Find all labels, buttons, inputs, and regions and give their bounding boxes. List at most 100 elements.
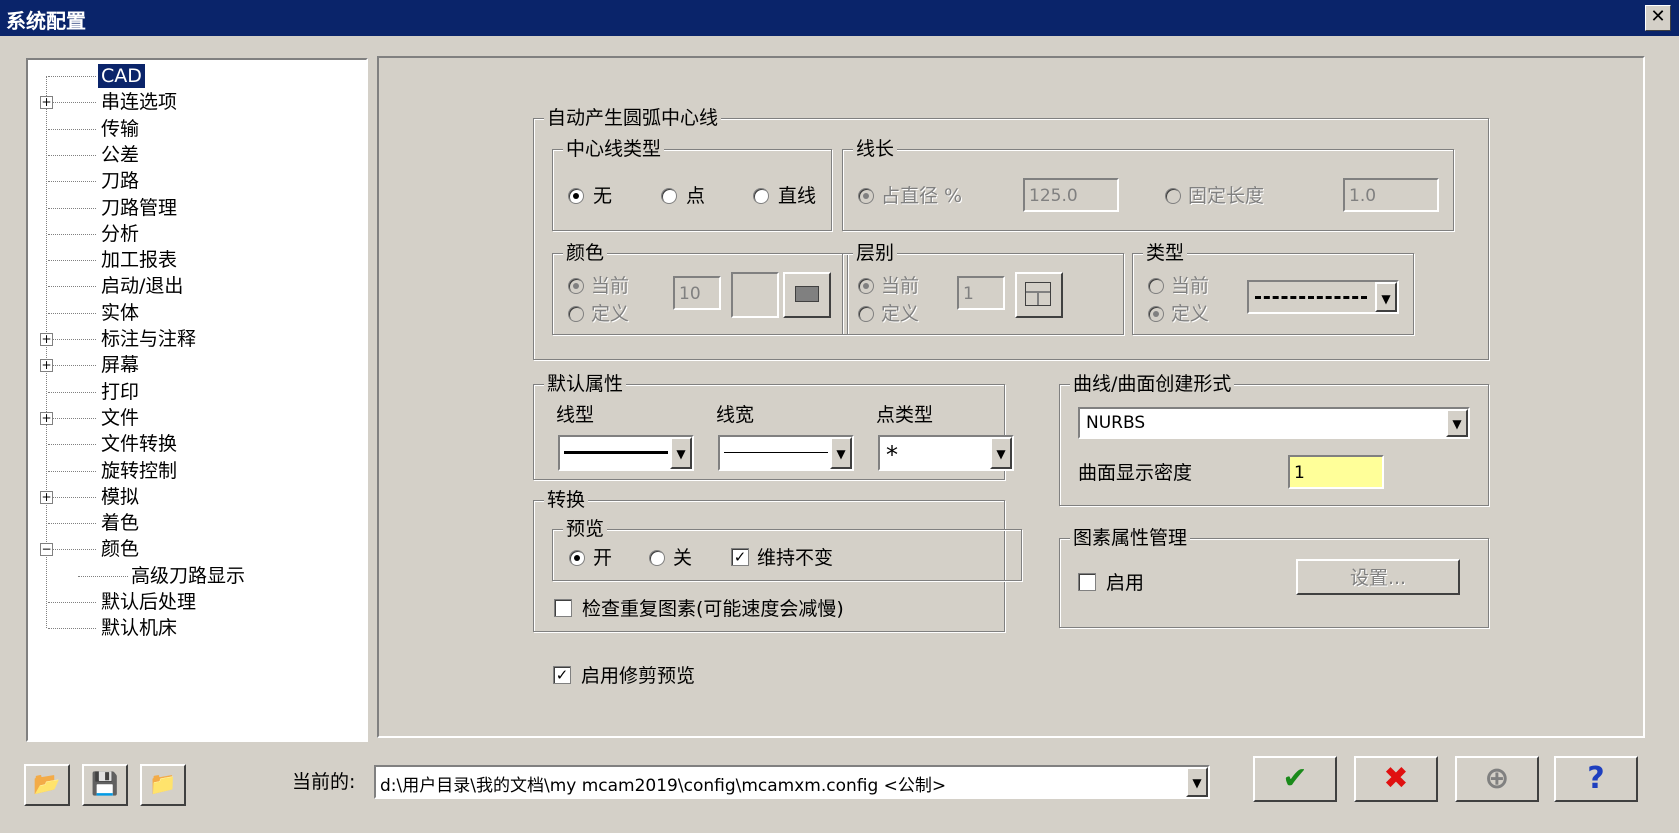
pointtype-label: 点类型 — [876, 404, 934, 426]
chevron-down-icon[interactable]: ▼ — [1446, 409, 1468, 437]
entity-attr-settings-button[interactable]: 设置... — [1296, 559, 1460, 595]
question-icon: ? — [1587, 761, 1605, 796]
tree-connector — [48, 444, 96, 446]
radio-type-current[interactable] — [1148, 278, 1164, 294]
radio-level-define[interactable] — [858, 306, 874, 322]
cancel-button[interactable]: ✖ — [1354, 756, 1438, 802]
trim-preview-checkbox[interactable]: ✓ — [553, 666, 571, 684]
chevron-down-icon[interactable]: ▼ — [990, 437, 1012, 469]
type-define-label: 定义 — [1171, 303, 1210, 325]
color-legend: 颜色 — [563, 242, 608, 264]
current-config-path: d:\用户目录\我的文档\my mcam2019\config\mcamxm.c… — [380, 776, 947, 796]
expand-icon[interactable]: + — [40, 490, 53, 504]
folder-merge-icon: 📁 — [149, 772, 177, 797]
curve-surface-legend: 曲线/曲面创建形式 — [1070, 373, 1235, 395]
centerline-linetype-select[interactable]: ▼ — [1247, 280, 1399, 314]
radio-line[interactable] — [753, 188, 769, 204]
arc-centerline-legend: 自动产生圆弧中心线 — [544, 107, 722, 129]
window-title: 系统配置 — [6, 9, 86, 33]
chevron-down-icon[interactable]: ▼ — [830, 437, 852, 469]
radio-pct-diameter[interactable] — [858, 188, 874, 204]
radio-fixed-length[interactable] — [1165, 188, 1181, 204]
expand-icon[interactable]: + — [40, 359, 53, 373]
linetype-legend: 类型 — [1143, 242, 1188, 264]
collapse-icon[interactable]: − — [40, 543, 53, 557]
close-button[interactable]: ✕ — [1645, 5, 1671, 31]
level-legend: 层别 — [853, 242, 898, 264]
preview-on-label: 开 — [593, 547, 613, 569]
pct-diameter-input[interactable]: 125.0 — [1023, 178, 1119, 212]
expand-icon[interactable]: + — [40, 333, 53, 346]
preview-off-label: 关 — [673, 547, 693, 569]
pct-diameter-label: 占直径 % — [881, 185, 963, 207]
radio-color-current[interactable] — [568, 278, 584, 294]
title-bar: 系统配置 ✕ — [0, 0, 1679, 36]
tree-item-label: 着色 — [101, 512, 140, 535]
radio-none[interactable] — [568, 188, 584, 204]
linetype-label: 线型 — [556, 404, 595, 426]
tree-connector — [48, 339, 96, 340]
radio-color-define[interactable] — [568, 306, 584, 322]
apply-button[interactable]: ⊕ — [1455, 756, 1539, 802]
level-pick-button[interactable] — [1015, 272, 1063, 318]
tree-connector — [48, 76, 96, 77]
surface-form-select[interactable]: NURBS ▼ — [1078, 407, 1470, 439]
default-pointtype-select[interactable]: * ▼ — [878, 435, 1014, 471]
check-duplicates-checkbox[interactable] — [554, 599, 572, 617]
solid-thick-line-sample — [564, 451, 668, 454]
ok-button[interactable]: ✔ — [1253, 756, 1337, 802]
convert-group: 转换 预览 开 关 ✓ 维持不变 检查重复图素(可能速度会减慢) — [533, 489, 1022, 632]
config-tree[interactable]: CAD + 串连选项 传输 公差 刀路 刀路管理 分析 加工报表 启动/退出 实体 + 标注与注释 + 屏幕… — [26, 58, 368, 742]
tree-connector — [48, 102, 96, 104]
level-number-input[interactable]: 1 — [957, 276, 1005, 310]
merge-config-button[interactable]: 📁 — [140, 764, 186, 806]
tree-item-label: 公差 — [101, 143, 140, 166]
radio-point[interactable] — [661, 188, 677, 204]
tree-item-label: 高级刀路显示 — [131, 564, 246, 587]
tree-item-label: 刀路管理 — [101, 196, 178, 219]
radio-none-label: 无 — [593, 185, 613, 207]
entity-attr-enable-checkbox[interactable] — [1078, 573, 1096, 591]
expand-icon[interactable]: + — [40, 411, 53, 425]
help-button[interactable]: ? — [1554, 756, 1638, 802]
keep-unchanged-label: 维持不变 — [757, 547, 834, 569]
surface-density-input[interactable]: 1 — [1288, 455, 1384, 489]
radio-preview-on[interactable] — [569, 550, 585, 566]
expand-icon[interactable]: + — [40, 96, 53, 110]
tree-item-label: 刀路 — [101, 170, 140, 193]
checkmark-icon: ✔ — [1282, 761, 1308, 796]
default-linetype-select[interactable]: ▼ — [558, 435, 694, 471]
radio-type-define[interactable] — [1148, 306, 1164, 322]
plus-circle-icon: ⊕ — [1484, 761, 1510, 796]
color-current-label: 当前 — [591, 275, 630, 297]
centerline-type-legend: 中心线类型 — [563, 138, 665, 160]
keep-unchanged-checkbox[interactable]: ✓ — [731, 548, 749, 566]
default-linewidth-select[interactable]: ▼ — [718, 435, 854, 471]
surface-density-label: 曲面显示密度 — [1078, 462, 1193, 484]
color-number-input[interactable]: 10 — [673, 276, 721, 310]
tree-item-label: 默认机床 — [101, 617, 178, 640]
radio-level-current[interactable] — [858, 278, 874, 294]
tree-item-label: 文件 — [101, 406, 140, 429]
tree-item-label: 串连选项 — [101, 91, 178, 114]
chevron-down-icon[interactable]: ▼ — [1186, 767, 1208, 797]
current-config-label: 当前的: — [292, 771, 356, 793]
trim-preview-label: 启用修剪预览 — [581, 665, 696, 687]
fixed-length-input[interactable]: 1.0 — [1343, 178, 1439, 212]
open-config-button[interactable]: 📂 — [24, 764, 70, 806]
entity-attributes-legend: 图素属性管理 — [1070, 527, 1191, 549]
tree-item-label: 传输 — [101, 117, 140, 140]
tree-connector — [48, 286, 96, 288]
chevron-down-icon[interactable]: ▼ — [1375, 282, 1397, 312]
current-config-select[interactable]: d:\用户目录\我的文档\my mcam2019\config\mcamxm.c… — [374, 765, 1210, 799]
color-pick-button[interactable] — [783, 272, 831, 318]
tree-item-label: 颜色 — [101, 538, 140, 561]
tree-item-label: 默认后处理 — [101, 591, 197, 613]
save-config-button[interactable]: 💾 — [82, 764, 128, 806]
tree-item-label: 模拟 — [101, 485, 140, 508]
entity-attributes-group: 图素属性管理 启用 设置... — [1059, 527, 1489, 628]
centerline-type-group: 中心线类型 无 点 直线 — [552, 138, 832, 231]
radio-preview-off[interactable] — [649, 550, 665, 566]
chevron-down-icon[interactable]: ▼ — [670, 437, 692, 469]
tree-item-label: 启动/退出 — [101, 275, 184, 298]
